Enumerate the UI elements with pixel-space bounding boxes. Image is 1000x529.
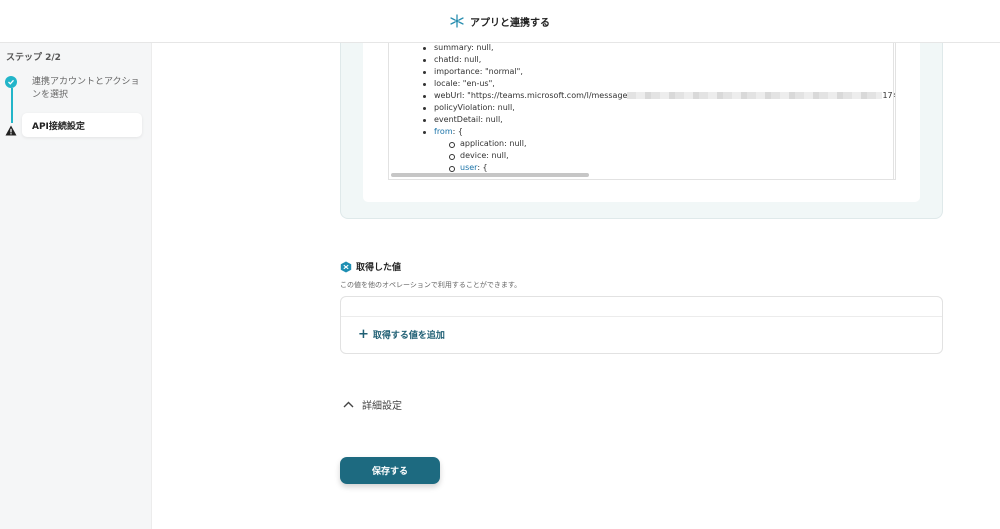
step-counter: ステップ 2/2 bbox=[6, 53, 61, 63]
json-line: locale: "en-us", bbox=[423, 79, 495, 88]
json-line-from: from: { bbox=[423, 127, 463, 136]
sidebar-step-api-settings[interactable]: API接続設定 bbox=[22, 113, 142, 137]
json-line-user: user: { bbox=[449, 163, 488, 172]
json-brace: : { bbox=[477, 163, 488, 172]
json-line: application: null, bbox=[449, 139, 527, 148]
advanced-settings-toggle[interactable]: 詳細設定 bbox=[343, 397, 402, 412]
header-title-wrap: アプリと連携する bbox=[450, 14, 550, 29]
chevron-up-icon bbox=[343, 401, 354, 408]
json-line-weburl: webUrl: "https://teams.microsoft.com/l/m… bbox=[423, 91, 895, 100]
plus-icon: + bbox=[358, 326, 369, 342]
json-box-divider bbox=[893, 43, 894, 180]
output-value-icon bbox=[340, 261, 352, 272]
redacted-url-segment bbox=[627, 92, 883, 99]
page-title: アプリと連携する bbox=[470, 17, 550, 29]
add-acquired-value-button[interactable]: + 取得する値を追加 bbox=[358, 326, 445, 342]
top-bar: アプリと連携する bbox=[0, 0, 1000, 43]
step-connector-line bbox=[11, 88, 13, 123]
acquired-values-description: この値を他のオペレーションで利用することができます。 bbox=[340, 281, 522, 289]
json-brace: : { bbox=[452, 127, 463, 136]
sidebar-step-label: API接続設定 bbox=[32, 121, 85, 132]
json-line: importance: "normal", bbox=[423, 67, 523, 76]
scrollbar-thumb[interactable] bbox=[391, 173, 589, 177]
json-key-user[interactable]: user bbox=[460, 163, 477, 172]
acquired-values-heading: 取得した値 bbox=[340, 260, 401, 273]
json-line: policyViolation: null, bbox=[423, 103, 515, 112]
weburl-visible-text: webUrl: "https://teams.microsoft.com/l/m… bbox=[434, 91, 628, 100]
sidebar-step-select-action[interactable]: 連携アカウントとアクションを選択 bbox=[32, 76, 142, 102]
add-acquired-value-label: 取得する値を追加 bbox=[372, 331, 445, 341]
advanced-settings-label: 詳細設定 bbox=[362, 401, 402, 412]
json-line: eventDetail: null, bbox=[423, 115, 503, 124]
check-circle-icon bbox=[5, 76, 17, 88]
acquired-values-title: 取得した値 bbox=[356, 263, 402, 273]
save-button[interactable]: 保存する bbox=[340, 457, 440, 484]
divider bbox=[341, 316, 942, 317]
json-preview-card: summary: null, chatId: null, importance:… bbox=[363, 43, 920, 202]
json-line: device: null, bbox=[449, 151, 509, 160]
json-key-from[interactable]: from bbox=[434, 127, 453, 136]
test-result-panel: summary: null, chatId: null, importance:… bbox=[340, 43, 943, 219]
warning-icon bbox=[5, 121, 17, 140]
flow-connector-icon bbox=[450, 14, 464, 28]
sidebar: ステップ 2/2 連携アカウントとアクションを選択 API接続設定 bbox=[0, 43, 152, 529]
acquired-values-box: + 取得する値を追加 bbox=[340, 296, 943, 354]
json-line: summary: null, bbox=[423, 43, 494, 52]
json-preview[interactable]: summary: null, chatId: null, importance:… bbox=[388, 43, 896, 180]
horizontal-scrollbar[interactable] bbox=[389, 172, 895, 178]
json-line: chatId: null, bbox=[422, 55, 482, 64]
